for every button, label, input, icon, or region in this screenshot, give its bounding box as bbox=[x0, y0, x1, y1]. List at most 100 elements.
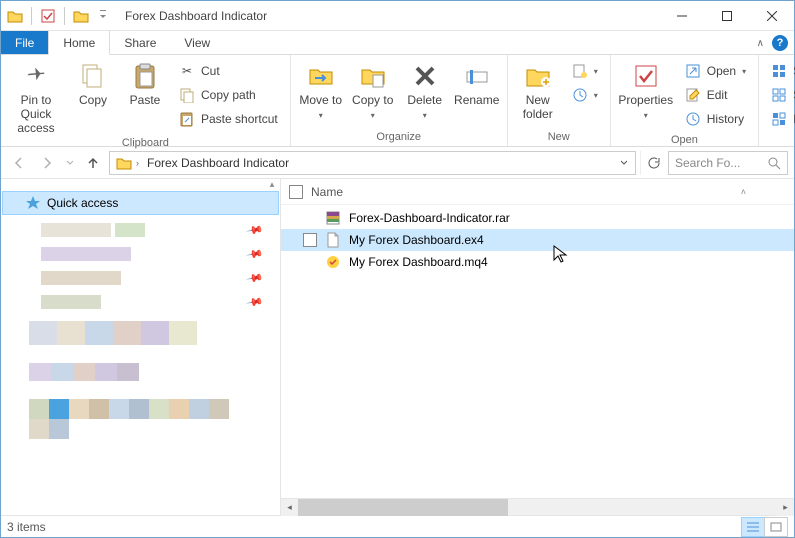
list-item[interactable]: 📌 bbox=[1, 267, 280, 289]
history-button[interactable]: History bbox=[681, 108, 750, 130]
group-select: Select all Select none Invert selection … bbox=[759, 55, 795, 146]
blurred-content bbox=[29, 399, 229, 439]
rename-icon bbox=[461, 60, 493, 92]
copy-to-button[interactable]: Copy to▾ bbox=[347, 58, 399, 120]
table-row[interactable]: My Forex Dashboard.mq4 bbox=[281, 251, 794, 273]
copy-button[interactable]: Copy bbox=[67, 58, 119, 108]
close-button[interactable] bbox=[749, 1, 794, 30]
list-item[interactable]: 📌 bbox=[1, 243, 280, 265]
folder-icon[interactable]: › bbox=[112, 152, 143, 174]
forward-button[interactable] bbox=[35, 151, 59, 175]
horizontal-scrollbar[interactable]: ◂ ▸ bbox=[281, 498, 794, 515]
quick-access-item[interactable]: Quick access bbox=[2, 191, 279, 215]
copy-path-button[interactable]: Copy path bbox=[175, 84, 282, 106]
large-icons-view-button[interactable] bbox=[764, 517, 788, 537]
tab-view[interactable]: View bbox=[170, 31, 224, 54]
paste-icon bbox=[129, 60, 161, 92]
list-item[interactable]: 📌 bbox=[1, 291, 280, 313]
history-icon bbox=[685, 111, 701, 127]
pin-icon: 📌 bbox=[246, 221, 265, 240]
file-list: Forex-Dashboard-Indicator.rar My Forex D… bbox=[281, 205, 794, 498]
row-checkbox[interactable] bbox=[303, 233, 317, 247]
group-open: Properties▾ Open ▾ Edit History Open bbox=[611, 55, 759, 146]
qat-dropdown-icon[interactable] bbox=[95, 8, 111, 24]
tab-home[interactable]: Home bbox=[48, 31, 110, 55]
new-item-icon bbox=[572, 63, 588, 79]
properties-button[interactable]: Properties▾ bbox=[615, 58, 677, 120]
easy-access-icon bbox=[572, 87, 588, 103]
delete-button[interactable]: Delete▾ bbox=[399, 58, 451, 120]
rename-button[interactable]: Rename bbox=[451, 58, 503, 108]
quick-access-toolbar bbox=[1, 7, 117, 25]
collapse-ribbon-icon[interactable]: ∧ bbox=[757, 38, 764, 49]
qat-properties-icon[interactable] bbox=[40, 8, 56, 24]
pin-icon bbox=[20, 60, 52, 92]
statusbar: 3 items bbox=[1, 515, 794, 538]
paste-shortcut-button[interactable]: Paste shortcut bbox=[175, 108, 282, 130]
move-to-button[interactable]: Move to▾ bbox=[295, 58, 347, 120]
maximize-button[interactable] bbox=[704, 1, 749, 30]
group-label: Select bbox=[763, 132, 795, 149]
help-icon[interactable]: ? bbox=[772, 35, 788, 51]
edit-button[interactable]: Edit bbox=[681, 84, 750, 106]
blurred-content bbox=[29, 363, 229, 381]
address-dropdown-button[interactable] bbox=[615, 152, 633, 174]
scroll-up-icon[interactable]: ▴ bbox=[264, 179, 280, 190]
breadcrumb[interactable]: Forex Dashboard Indicator bbox=[143, 152, 293, 174]
column-name[interactable]: Name bbox=[311, 185, 343, 199]
new-folder-button[interactable]: New folder bbox=[512, 58, 564, 122]
column-header[interactable]: Name ˄ bbox=[281, 179, 794, 205]
tab-share[interactable]: Share bbox=[110, 31, 170, 54]
main: ▴ Quick access 📌 📌 📌 📌 Name ˄ bbox=[1, 179, 794, 515]
up-button[interactable] bbox=[81, 151, 105, 175]
search-input[interactable]: Search Fo... bbox=[668, 151, 788, 175]
chevron-down-icon: ▾ bbox=[594, 67, 598, 76]
cut-button[interactable]: ✂Cut bbox=[175, 60, 282, 82]
folder-icon bbox=[7, 8, 23, 24]
table-row[interactable]: My Forex Dashboard.ex4 bbox=[281, 229, 794, 251]
recent-locations-button[interactable] bbox=[63, 151, 77, 175]
tab-file[interactable]: File bbox=[1, 31, 48, 54]
scroll-left-button[interactable]: ◂ bbox=[281, 499, 298, 516]
group-organize: Move to▾ Copy to▾ Delete▾ Rename Organiz… bbox=[291, 55, 508, 146]
edit-icon bbox=[685, 87, 701, 103]
pin-to-quick-access-button[interactable]: Pin to Quick access bbox=[5, 58, 67, 135]
select-all-checkbox[interactable] bbox=[289, 185, 303, 199]
select-none-button[interactable]: Select none bbox=[767, 84, 795, 106]
open-button[interactable]: Open ▾ bbox=[681, 60, 750, 82]
scroll-right-button[interactable]: ▸ bbox=[777, 499, 794, 516]
chevron-down-icon: ▾ bbox=[319, 111, 323, 120]
group-label: New bbox=[512, 129, 606, 146]
item-count: 3 items bbox=[7, 520, 46, 534]
copy-to-icon bbox=[357, 60, 389, 92]
separator bbox=[31, 7, 32, 25]
scroll-thumb[interactable] bbox=[298, 499, 508, 516]
paste-button[interactable]: Paste bbox=[119, 58, 171, 108]
new-folder-icon bbox=[522, 60, 554, 92]
back-button[interactable] bbox=[7, 151, 31, 175]
move-to-icon bbox=[305, 60, 337, 92]
copy-icon bbox=[77, 60, 109, 92]
minimize-button[interactable] bbox=[659, 1, 704, 30]
sort-indicator-icon[interactable]: ˄ bbox=[741, 187, 746, 197]
address-bar[interactable]: › Forex Dashboard Indicator bbox=[109, 151, 636, 175]
pin-icon: 📌 bbox=[246, 245, 265, 264]
easy-access-button[interactable]: ▾ bbox=[568, 84, 602, 106]
ribbon-tabs: File Home Share View ∧ ? bbox=[1, 31, 794, 55]
pin-icon: 📌 bbox=[246, 269, 265, 288]
delete-icon bbox=[409, 60, 441, 92]
group-label: Organize bbox=[295, 129, 503, 146]
mq4-icon bbox=[325, 254, 341, 270]
invert-selection-button[interactable]: Invert selection bbox=[767, 108, 795, 130]
new-item-button[interactable]: ▾ bbox=[568, 60, 602, 82]
select-all-button[interactable]: Select all bbox=[767, 60, 795, 82]
details-view-button[interactable] bbox=[741, 517, 765, 537]
blurred-content bbox=[29, 321, 229, 345]
refresh-button[interactable] bbox=[640, 151, 664, 175]
list-item[interactable]: 📌 bbox=[1, 219, 280, 241]
table-row[interactable]: Forex-Dashboard-Indicator.rar bbox=[281, 207, 794, 229]
folder-icon bbox=[73, 8, 89, 24]
nav-tree: ▴ Quick access 📌 📌 📌 📌 bbox=[1, 179, 281, 515]
paste-shortcut-icon bbox=[179, 111, 195, 127]
file-area: Name ˄ Forex-Dashboard-Indicator.rar My … bbox=[281, 179, 794, 515]
